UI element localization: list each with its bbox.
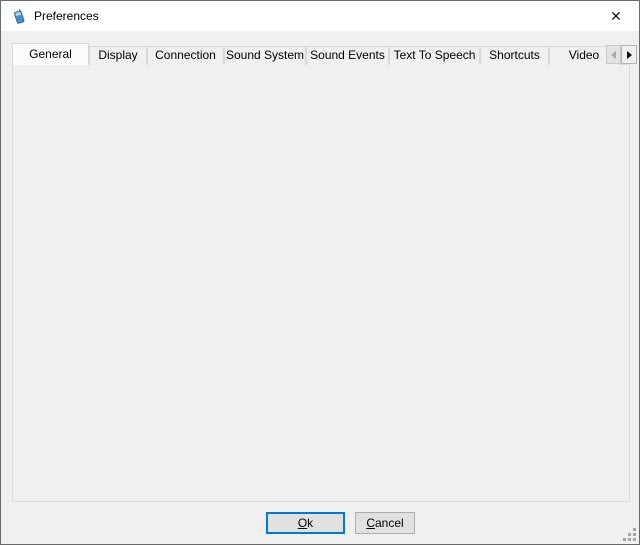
scroll-right-icon <box>627 51 632 59</box>
tab-scroll-right-button[interactable] <box>621 45 637 64</box>
tab-connection[interactable]: Connection <box>147 46 224 65</box>
tab-bar: GeneralDisplayConnectionSound SystemSoun… <box>12 43 637 65</box>
preferences-dialog: Preferences ✕ GeneralDisplayConnectionSo… <box>0 0 640 545</box>
tab-general[interactable]: General <box>12 43 89 65</box>
tab-page-general <box>12 64 630 502</box>
title-bar: Preferences ✕ <box>1 1 639 31</box>
window-title: Preferences <box>34 9 99 23</box>
tab-sound-events[interactable]: Sound Events <box>306 46 389 65</box>
scroll-left-icon <box>611 51 616 59</box>
tab-scroll-left-button[interactable] <box>606 45 621 64</box>
close-button[interactable]: ✕ <box>593 1 639 31</box>
close-icon: ✕ <box>610 9 622 23</box>
resize-grip[interactable] <box>622 527 636 541</box>
cancel-button[interactable]: Cancel <box>355 512 415 534</box>
app-icon <box>11 9 27 25</box>
tab-display[interactable]: Display <box>89 46 147 65</box>
ok-button[interactable]: Ok <box>266 512 345 534</box>
tab-text-to-speech[interactable]: Text To Speech <box>389 46 480 65</box>
tab-sound-system[interactable]: Sound System <box>224 46 306 65</box>
tab-shortcuts[interactable]: Shortcuts <box>480 46 549 65</box>
